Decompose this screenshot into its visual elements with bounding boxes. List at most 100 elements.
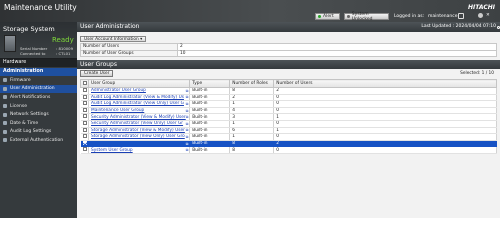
bell-icon [3, 95, 7, 100]
table-row[interactable]: Security Administrator (View & Modify) U… [80, 113, 497, 121]
row-checkbox[interactable] [82, 147, 87, 152]
sidebar-administration[interactable]: Administration [0, 68, 77, 76]
info-icon[interactable]: ⧉ [186, 109, 189, 113]
type-cell: Built-in [189, 87, 231, 95]
info-icon[interactable]: ⧉ [186, 135, 189, 139]
column-header-number-of-users[interactable]: Number of Users [273, 79, 497, 88]
column-header-number-of-roles[interactable]: Number of Roles [229, 79, 275, 88]
row-checkbox-cell[interactable] [80, 146, 89, 154]
sidebar-hardware[interactable]: Hardware [0, 59, 77, 67]
select-all-header[interactable] [80, 79, 89, 88]
row-checkbox[interactable] [82, 114, 87, 119]
sidebar-item-label: License [10, 103, 27, 109]
row-checkbox-cell[interactable] [80, 94, 89, 102]
sidebar: Storage System Ready Serial Number : 810… [0, 22, 77, 218]
log-icon [3, 129, 7, 134]
type-cell: Built-in [189, 120, 231, 128]
user-group-cell[interactable]: Audit Log Administrator (View Only) User… [88, 100, 191, 108]
connected-to-label: Connected to [20, 51, 46, 56]
select-all-checkbox[interactable] [83, 80, 87, 85]
row-checkbox-cell[interactable] [80, 140, 89, 148]
row-checkbox-cell[interactable] [80, 100, 89, 108]
sidebar-item-external-authentication[interactable]: External Authentication [0, 136, 77, 145]
account-info-key: Number of User Groups [80, 49, 178, 57]
info-icon[interactable]: ⧉ [186, 128, 189, 132]
user-group-cell[interactable]: Security Administrator (View Only) User … [88, 120, 191, 128]
sidebar-item-user-administration[interactable]: User Administration [0, 84, 77, 94]
info-icon[interactable]: ⧉ [186, 148, 189, 152]
system-status-label: System Unlocked [351, 11, 373, 22]
roles-cell: 1 [229, 133, 275, 141]
row-checkbox-cell[interactable] [80, 120, 89, 128]
user-group-cell[interactable]: Audit Log Administrator (View & Modify) … [88, 94, 191, 102]
info-icon[interactable]: ⧉ [186, 89, 189, 93]
selected-count: Selected: 1 / 10 [460, 71, 494, 76]
alert-button[interactable]: Alert [315, 13, 340, 20]
table-row[interactable]: Maintenance User Group ⧉ Built-in 4 0 [80, 107, 497, 115]
user-group-cell[interactable]: Storage Administrator (View & Modify) Us… [88, 127, 191, 135]
table-row[interactable]: Security Administrator (View Only) User … [80, 120, 497, 128]
row-checkbox[interactable] [82, 140, 87, 145]
column-header-type[interactable]: Type [189, 79, 231, 88]
logout-icon[interactable] [458, 13, 464, 19]
user-group-link[interactable]: Audit Log Administrator (View Only) User… [91, 101, 184, 106]
row-checkbox-cell[interactable] [80, 107, 89, 115]
user-group-cell[interactable]: ⧉ [88, 140, 191, 148]
sidebar-item-alert-notifications[interactable]: Alert Notifications [0, 93, 77, 102]
user-account-info-toggle[interactable]: User Account Information ▾ [80, 36, 147, 42]
row-checkbox[interactable] [82, 127, 87, 132]
help-icon[interactable] [478, 13, 483, 18]
table-row[interactable]: Storage Administrator (View & Modify) Us… [80, 127, 497, 135]
row-checkbox[interactable] [82, 134, 87, 139]
table-row[interactable]: System User Group ⧉ Built-in 8 0 [80, 146, 497, 154]
user-group-link[interactable]: System User Group [91, 148, 133, 153]
table-row[interactable]: Audit Log Administrator (View & Modify) … [80, 94, 497, 102]
column-header-user-group[interactable]: User Group [87, 79, 191, 88]
sidebar-item-date-time[interactable]: Date & Time [0, 119, 77, 128]
users-cell: 0 [273, 100, 497, 108]
user-group-cell[interactable]: Maintenance User Group ⧉ [88, 107, 191, 115]
clock-icon [3, 121, 7, 126]
row-checkbox-cell[interactable] [80, 127, 89, 135]
row-checkbox-cell[interactable] [80, 113, 89, 121]
sidebar-item-license[interactable]: License [0, 102, 77, 111]
user-group-cell[interactable]: Administrator User Group ⧉ [88, 87, 191, 95]
user-icon [3, 86, 7, 91]
roles-cell: 6 [229, 127, 275, 135]
user-group-cell[interactable]: System User Group ⧉ [88, 146, 191, 154]
sidebar-item-network-settings[interactable]: Network Settings [0, 110, 77, 119]
sidebar-item-firmware[interactable]: Firmware [0, 76, 77, 85]
row-checkbox[interactable] [82, 94, 87, 99]
table-row[interactable]: ⧉ Built-in 8 2 [80, 140, 497, 148]
sidebar-item-audit-log-settings[interactable]: Audit Log Settings [0, 128, 77, 137]
info-icon[interactable]: ⧉ [186, 102, 189, 106]
user-group-link[interactable]: Storage Administrator (View & Modify) Us… [91, 128, 185, 133]
user-group-link[interactable]: Security Administrator (View & Modify) U… [91, 115, 186, 120]
user-group-link[interactable]: Security Administrator (View Only) User … [91, 121, 183, 126]
row-checkbox-cell[interactable] [80, 87, 89, 95]
row-checkbox[interactable] [82, 107, 87, 112]
user-group-link[interactable]: Storage Administrator (View Only) User G… [91, 134, 185, 139]
user-group-link[interactable]: Maintenance User Group [91, 108, 144, 113]
table-row[interactable]: Storage Administrator (View Only) User G… [80, 133, 497, 141]
row-checkbox[interactable] [82, 121, 87, 126]
row-checkbox[interactable] [82, 88, 87, 93]
users-cell: 0 [273, 94, 497, 102]
user-group-cell[interactable]: Security Administrator (View & Modify) U… [88, 113, 191, 121]
users-cell: 0 [273, 133, 497, 141]
user-group-link[interactable]: Audit Log Administrator (View & Modify) … [91, 95, 184, 100]
row-checkbox-cell[interactable] [80, 133, 89, 141]
create-user-button[interactable]: Create User [80, 70, 114, 77]
info-icon[interactable]: ⧉ [186, 142, 189, 146]
info-icon[interactable]: ⧉ [186, 95, 189, 99]
system-unlocked-button[interactable]: System Unlocked [344, 11, 389, 22]
user-group-link[interactable]: Administrator User Group [91, 88, 146, 93]
info-icon[interactable]: ⧉ [186, 115, 189, 119]
table-row[interactable]: Administrator User Group ⧉ Built-in 8 2 [80, 87, 497, 95]
info-icon[interactable]: ⧉ [186, 122, 189, 126]
row-checkbox[interactable] [82, 101, 87, 106]
user-group-cell[interactable]: Storage Administrator (View Only) User G… [88, 133, 191, 141]
table-row[interactable]: Audit Log Administrator (View Only) User… [80, 100, 497, 108]
close-icon[interactable]: ✕ [486, 13, 490, 18]
users-cell: 1 [273, 127, 497, 135]
